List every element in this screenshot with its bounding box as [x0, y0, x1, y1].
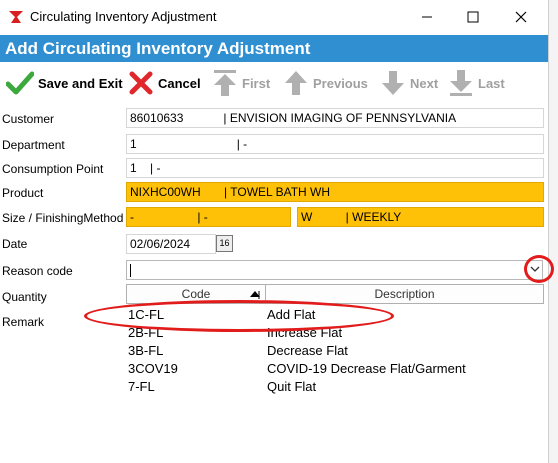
maximize-icon	[467, 11, 479, 22]
customer-field[interactable]: 86010633 | ENVISION IMAGING OF PENNSYLVA…	[126, 108, 544, 128]
previous-button[interactable]: Previous	[283, 67, 368, 99]
cancel-button[interactable]: Cancel	[128, 67, 201, 99]
next-button[interactable]: Next	[380, 67, 438, 99]
annotation-ellipse-add-flat	[84, 300, 394, 332]
product-label: Product	[2, 186, 44, 200]
annotation-circle-dropdown	[524, 255, 554, 283]
text-cursor	[130, 264, 131, 277]
size-finishing-label: Size / FinishingMethod	[2, 211, 124, 225]
last-arrow-icon	[450, 70, 472, 96]
close-button[interactable]	[498, 0, 544, 33]
save-and-exit-label: Save and Exit	[38, 75, 123, 91]
sort-asc-icon	[250, 291, 260, 299]
first-label: First	[242, 75, 271, 91]
down-arrow-icon	[382, 71, 404, 95]
title-bar: Circulating Inventory Adjustment	[0, 0, 548, 33]
previous-label: Previous	[313, 75, 368, 91]
department-label: Department	[2, 138, 65, 152]
first-button[interactable]: First	[212, 67, 270, 99]
reason-code-label: Reason code	[2, 264, 73, 278]
list-item-code: 3B-FL	[128, 343, 164, 358]
date-label: Date	[2, 237, 28, 251]
minimize-icon	[422, 16, 432, 17]
consumption-point-field[interactable]: 1 | -	[126, 158, 544, 178]
save-and-exit-button[interactable]: Save and Exit	[6, 67, 123, 99]
size-field[interactable]: - | -	[126, 207, 291, 227]
remark-label: Remark	[2, 315, 45, 329]
list-item[interactable]: 7-FL Quit Flat	[126, 378, 544, 395]
department-field[interactable]: 1 | -	[126, 134, 544, 154]
customer-label: Customer	[2, 112, 55, 126]
background-window-edge	[548, 0, 558, 463]
app-logo-icon	[9, 11, 23, 23]
calendar-icon[interactable]: 16	[216, 235, 233, 252]
maximize-button[interactable]	[450, 0, 496, 33]
up-arrow-icon	[285, 71, 307, 95]
list-item-description: Decrease Flat	[267, 343, 348, 358]
form-header: Add Circulating Inventory Adjustment	[0, 35, 548, 62]
toolbar: Save and Exit Cancel First Previous Next…	[0, 63, 548, 103]
reason-code-combobox[interactable]	[126, 260, 543, 280]
list-item-code: 3COV19	[128, 361, 178, 376]
first-arrow-icon	[214, 70, 236, 96]
list-item[interactable]: 3B-FL Decrease Flat	[126, 342, 544, 359]
date-field[interactable]: 02/06/2024	[126, 234, 216, 254]
list-item-description: Quit Flat	[267, 379, 317, 394]
cancel-x-icon	[129, 71, 153, 95]
last-button[interactable]: Last	[448, 67, 505, 99]
column-header-code-label: Code	[181, 287, 211, 301]
cancel-label: Cancel	[158, 75, 201, 91]
checkmark-icon	[6, 71, 34, 95]
next-label: Next	[410, 75, 439, 91]
list-item[interactable]: 3COV19 COVID-19 Decrease Flat/Garment	[126, 360, 544, 377]
quantity-label: Quantity	[2, 290, 47, 304]
consumption-point-label: Consumption Point	[2, 162, 104, 176]
product-field[interactable]: NIXHC00WH | TOWEL BATH WH	[126, 182, 544, 202]
minimize-button[interactable]	[404, 0, 450, 33]
finishing-method-field[interactable]: W | WEEKLY	[297, 207, 544, 227]
close-icon	[515, 11, 527, 22]
list-item-description: COVID-19 Decrease Flat/Garment	[267, 361, 466, 376]
window-title: Circulating Inventory Adjustment	[30, 9, 217, 24]
list-item-code: 7-FL	[128, 379, 155, 394]
last-label: Last	[478, 75, 505, 91]
